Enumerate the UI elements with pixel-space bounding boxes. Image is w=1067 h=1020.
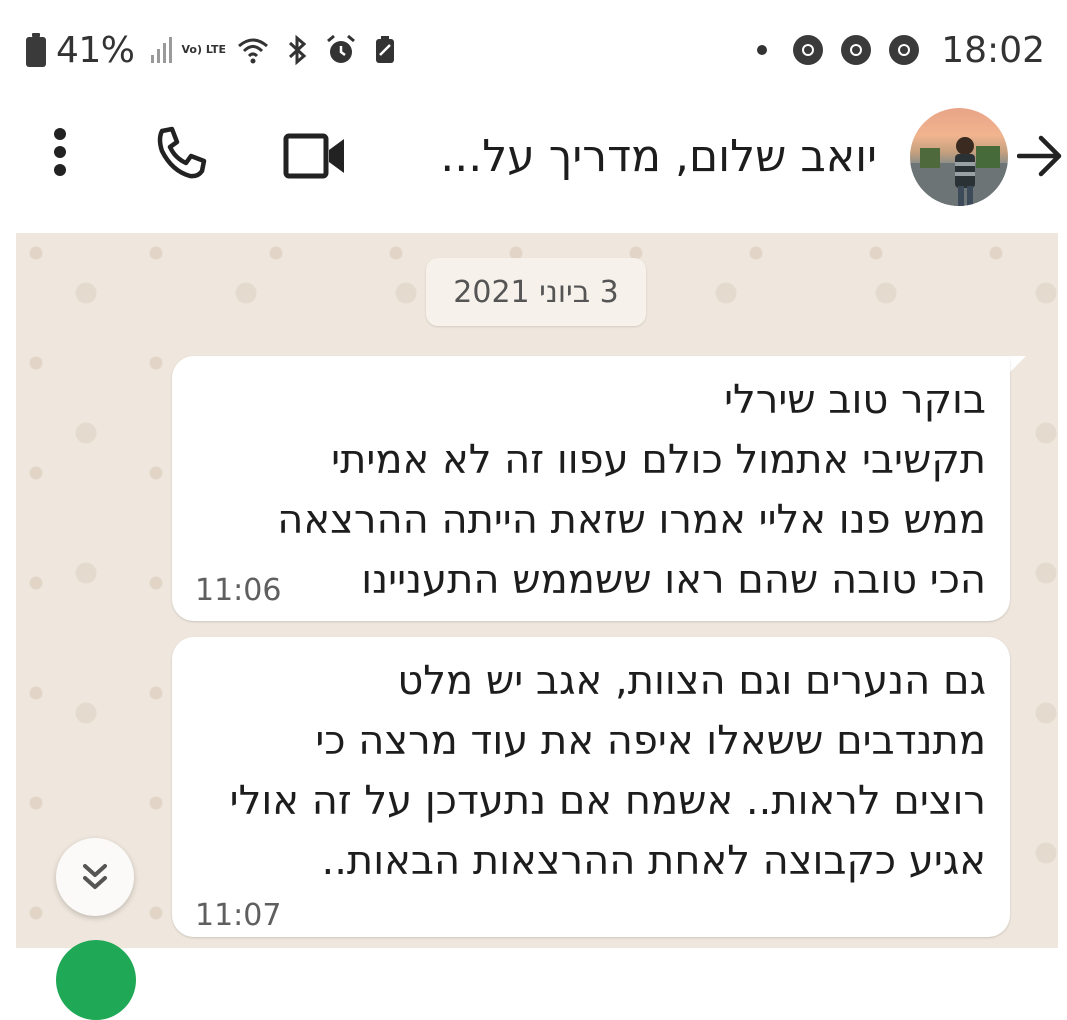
message-line: גם הנערים וגם הצוות, אגב יש מלט xyxy=(397,658,986,704)
network-label: Vo) LTE xyxy=(181,43,227,56)
wifi-icon xyxy=(238,38,269,64)
back-arrow-icon xyxy=(1016,135,1061,177)
battery-icon xyxy=(26,33,46,67)
battery-saver-icon xyxy=(376,36,395,63)
message-bubble[interactable]: בוקר טוב שירלי תקשיבי אתמול כולם עפוו זה… xyxy=(172,356,1010,621)
green-action-button[interactable] xyxy=(56,940,136,1020)
chrome-icon xyxy=(841,35,872,65)
message-time: 11:06 xyxy=(195,573,282,608)
notification-dot xyxy=(757,45,768,55)
message-time: 11:07 xyxy=(195,898,282,933)
chrome-icon xyxy=(889,35,920,65)
message-bubble[interactable]: גם הנערים וגם הצוות, אגב יש מלט מתנדבים … xyxy=(172,637,1010,937)
back-button[interactable] xyxy=(1012,126,1067,186)
signal-icon xyxy=(150,37,172,63)
date-chip: 3 ביוני 2021 xyxy=(426,258,646,326)
message-line: ממש פנו אליי אמרו שזאת הייתה ההרצאה xyxy=(277,497,986,543)
chat-area[interactable]: 3 ביוני 2021 בוקר טוב שירלי תקשיבי אתמול… xyxy=(16,233,1058,948)
chrome-icon xyxy=(793,35,824,65)
phone-icon xyxy=(157,126,207,179)
message-text: גם הנערים וגם הצוות, אגב יש מלט מתנדבים … xyxy=(196,651,986,891)
chat-title[interactable]: יואב שלום, מדריך על... xyxy=(357,126,877,188)
message-line: מתנדבים ששאלו איפה את עוד מרצה כי xyxy=(315,718,986,764)
avatar[interactable] xyxy=(910,108,1008,206)
message-line: בוקר טוב שירלי xyxy=(724,377,986,423)
video-call-button[interactable] xyxy=(280,128,350,184)
battery-percentage: 41% xyxy=(56,29,135,71)
message-text: בוקר טוב שירלי תקשיבי אתמול כולם עפוו זה… xyxy=(196,370,986,610)
volte-icon: Vo) LTE xyxy=(182,44,227,56)
video-call-icon xyxy=(283,133,344,179)
message-line: הכי טובה שהם ראו ששממש התעניינו xyxy=(361,557,986,603)
status-time: 18:02 xyxy=(941,29,1045,71)
avatar-photo xyxy=(910,137,1008,206)
more-options-icon xyxy=(54,128,66,176)
scroll-to-bottom-button[interactable] xyxy=(56,838,134,916)
alarm-icon xyxy=(327,34,356,63)
double-chevron-down-icon xyxy=(83,864,107,889)
bluetooth-icon xyxy=(289,34,307,66)
message-line: רוצים לראות.. אשמח אם נתעדכן על זה אולי xyxy=(229,778,986,824)
status-bar: 41% Vo) LTE 18:02 xyxy=(0,0,1067,100)
message-line: תקשיבי אתמול כולם עפוו זה לא אמיתי xyxy=(331,437,986,483)
voice-call-button[interactable] xyxy=(140,118,220,188)
message-line: אגיע כקבוצה לאחת ההרצאות הבאות.. xyxy=(321,838,987,884)
more-options-button[interactable] xyxy=(30,122,90,182)
